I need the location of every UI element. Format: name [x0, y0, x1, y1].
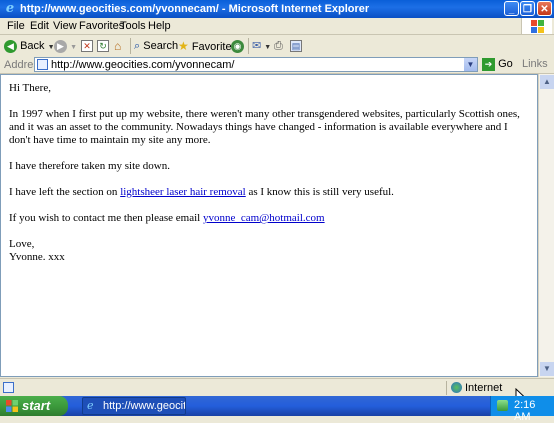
mail-button[interactable]: ✉ ▼	[252, 38, 271, 54]
edit-button[interactable]: ▤	[290, 38, 302, 54]
scroll-up-icon[interactable]: ▲	[540, 75, 554, 89]
menu-bar: File Edit View Favorites Tools Help	[0, 18, 554, 35]
address-bar: Address http://www.geocities.com/yvonnec…	[0, 57, 554, 74]
start-label: start	[22, 398, 51, 413]
media-button[interactable]: ◉	[231, 38, 244, 54]
page-done-icon	[3, 382, 14, 393]
page-content: Hi There, In 1997 when I first put up my…	[0, 74, 538, 377]
internet-explorer-icon: e	[5, 1, 15, 16]
back-label: Back	[20, 40, 45, 52]
contact-text: If you wish to contact me then please em…	[9, 212, 203, 224]
start-button[interactable]: start	[0, 396, 68, 416]
title-bar[interactable]: e http://www.geocities.com/yvonnecam/ - …	[0, 0, 554, 18]
forward-dropdown-icon: ▼	[70, 44, 77, 51]
media-icon: ◉	[231, 39, 244, 53]
close-button[interactable]: ✕	[537, 1, 552, 16]
email-link[interactable]: yvonne_cam@hotmail.com	[203, 212, 325, 224]
page-icon	[37, 59, 48, 70]
edit-page-icon: ▤	[290, 40, 302, 53]
paragraph-laser-section: I have left the section on lightsheer la…	[9, 186, 529, 199]
network-icon[interactable]	[497, 400, 508, 411]
home-button[interactable]: ⌂	[114, 38, 121, 54]
clock[interactable]: 2:16 AM	[514, 399, 554, 423]
favorites-button[interactable]: ★ Favorites	[178, 38, 237, 54]
page-text: Hi There, In 1997 when I first put up my…	[9, 82, 529, 277]
taskbar-item-ie[interactable]: e http://www.geocities...	[82, 397, 186, 415]
laser-text-after: as I know this is still very useful.	[245, 186, 394, 198]
windows-flag-icon	[6, 400, 18, 412]
internet-zone-icon	[451, 382, 462, 393]
menu-favorites[interactable]: Favorites	[79, 20, 124, 32]
print-icon: ⎙	[274, 40, 283, 52]
search-icon: ⌕	[134, 40, 141, 52]
greeting: Hi There,	[9, 82, 51, 94]
menu-view[interactable]: View	[53, 20, 77, 32]
system-tray: 2:16 AM	[490, 396, 554, 423]
status-divider	[446, 381, 447, 395]
stop-icon: ✕	[81, 40, 93, 53]
refresh-icon: ↻	[97, 40, 109, 53]
print-button[interactable]: ⎙	[274, 38, 283, 54]
mail-dropdown-icon[interactable]: ▼	[264, 44, 271, 51]
status-bar: Internet	[0, 378, 554, 397]
refresh-button[interactable]: ↻	[97, 38, 109, 54]
taskbar-item-label: http://www.geocities...	[103, 400, 186, 412]
paragraph-site-down: I have therefore taken my site down.	[9, 160, 170, 172]
back-button[interactable]: ◀ Back ▼	[4, 38, 55, 54]
internet-explorer-icon: e	[87, 399, 94, 412]
windows-logo-icon	[521, 18, 552, 34]
signoff: Love,	[9, 238, 35, 250]
menu-help[interactable]: Help	[148, 20, 171, 32]
home-icon: ⌂	[114, 39, 122, 53]
forward-arrow-icon: ▶	[54, 39, 67, 53]
address-input[interactable]: http://www.geocities.com/yvonnecam/ ▼	[34, 57, 478, 72]
signature: Yvonne. xxx	[9, 251, 65, 263]
taskbar: start e http://www.geocities... 2:16 AM	[0, 396, 554, 423]
window-title: http://www.geocities.com/yvonnecam/ - Mi…	[20, 3, 370, 15]
restore-button[interactable]: ❐	[520, 1, 535, 16]
paragraph-contact: If you wish to contact me then please em…	[9, 212, 529, 225]
vertical-scrollbar[interactable]: ▲ ▼	[538, 74, 554, 377]
laser-hair-removal-link[interactable]: lightsheer laser hair removal	[120, 186, 246, 198]
address-dropdown-icon[interactable]: ▼	[464, 58, 477, 71]
links-button[interactable]: Links	[522, 58, 548, 70]
security-zone: Internet	[465, 382, 503, 394]
back-arrow-icon: ◀	[4, 39, 17, 53]
address-url[interactable]: http://www.geocities.com/yvonnecam/	[51, 59, 234, 71]
minimize-button[interactable]: _	[504, 1, 519, 16]
search-button[interactable]: ⌕ Search	[134, 38, 178, 54]
toolbar: ◀ Back ▼ ▶ ▼ ✕ ↻ ⌂ ⌕ Search ★ Favorites …	[0, 35, 554, 58]
go-label: Go	[498, 58, 513, 70]
forward-button[interactable]: ▶ ▼	[54, 38, 77, 54]
go-arrow-icon: ➔	[482, 57, 495, 71]
menu-edit[interactable]: Edit	[30, 20, 49, 32]
search-label: Search	[143, 40, 179, 52]
paragraph-history: In 1997 when I first put up my website, …	[9, 108, 520, 146]
scroll-down-icon[interactable]: ▼	[540, 362, 554, 376]
menu-file[interactable]: File	[7, 20, 25, 32]
toolbar-divider	[248, 38, 249, 54]
toolbar-divider	[130, 38, 131, 54]
go-button[interactable]: ➔ Go	[482, 57, 513, 72]
laser-text-before: I have left the section on	[9, 186, 121, 198]
menu-tools[interactable]: Tools	[120, 20, 146, 32]
star-icon: ★	[178, 39, 189, 53]
stop-button[interactable]: ✕	[81, 38, 93, 54]
mail-icon: ✉	[252, 40, 262, 52]
